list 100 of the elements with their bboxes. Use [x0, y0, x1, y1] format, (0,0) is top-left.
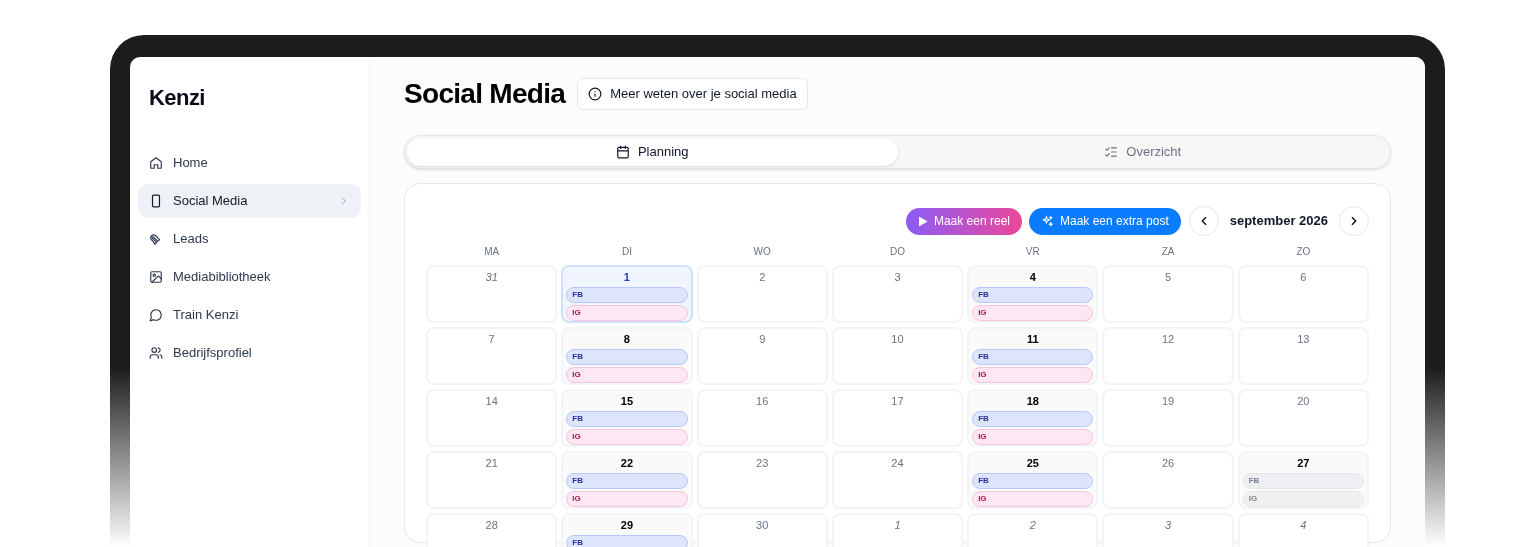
post-pill[interactable]: FB	[972, 349, 1094, 365]
post-pill[interactable]: FB	[972, 287, 1094, 303]
post-pill[interactable]: IG	[972, 367, 1094, 383]
day-cell[interactable]: 25 FB IG	[967, 451, 1099, 509]
day-number: 25	[1025, 457, 1040, 470]
post-pill[interactable]: IG	[972, 305, 1094, 321]
day-cell[interactable]: 14	[426, 389, 558, 447]
day-cell[interactable]: 3	[1102, 513, 1234, 547]
day-cell[interactable]: 2	[696, 265, 828, 323]
day-number: 3	[1164, 519, 1173, 532]
day-number: 28	[484, 519, 499, 532]
post-pill[interactable]: FB	[972, 411, 1094, 427]
day-cell[interactable]: 16	[696, 389, 828, 447]
sidebar-item[interactable]: Mediabibliotheek	[138, 260, 361, 294]
day-number: 3	[893, 271, 902, 284]
post-pill[interactable]: FB	[566, 287, 688, 303]
day-number: 11	[1025, 333, 1040, 346]
post-pill[interactable]: IG	[566, 429, 688, 445]
create-reel-button[interactable]: Maak een reel	[905, 207, 1022, 235]
sidebar-item[interactable]: Home	[138, 146, 361, 180]
day-cell[interactable]: 1	[831, 513, 964, 547]
previous-month-button[interactable]	[1188, 206, 1219, 236]
month-label: september 2026	[1228, 212, 1329, 231]
weekday-label: ZO	[1295, 245, 1312, 259]
day-cell[interactable]: 29 FB	[561, 513, 693, 547]
day-cell[interactable]: 3	[831, 265, 964, 323]
calendar-icon	[615, 145, 630, 159]
users-icon	[149, 346, 163, 360]
day-number: 20	[1296, 395, 1311, 408]
day-cell[interactable]: 18 FB IG	[967, 389, 1099, 447]
day-cell[interactable]: 21	[426, 451, 558, 509]
day-cell[interactable]: 23	[696, 451, 828, 509]
day-number: 4	[1028, 271, 1037, 284]
post-pill[interactable]: IG	[566, 491, 688, 507]
post-pill[interactable]: IG	[566, 305, 688, 321]
post-pill[interactable]: IG	[972, 491, 1094, 507]
day-number: 26	[1160, 457, 1176, 470]
day-number: 13	[1296, 333, 1311, 346]
play-icon	[917, 215, 928, 227]
post-pill[interactable]: FB	[566, 473, 688, 489]
post-pill[interactable]: IG	[566, 367, 688, 383]
sidebar-item[interactable]: Leads	[138, 222, 361, 256]
day-cell[interactable]: 11 FB IG	[967, 327, 1099, 385]
info-icon	[588, 87, 603, 101]
day-number: 31	[484, 271, 499, 284]
day-cell[interactable]: 5	[1102, 265, 1234, 323]
day-cell[interactable]: 15 FB IG	[561, 389, 693, 447]
day-number: 19	[1160, 395, 1176, 408]
day-cell[interactable]: 6	[1237, 265, 1369, 323]
sidebar-item[interactable]: Bedrijfsprofiel	[138, 336, 361, 370]
post-pill[interactable]: IG	[972, 429, 1094, 445]
logo: Kenzi	[149, 84, 206, 112]
phone-icon	[149, 194, 163, 208]
day-cell[interactable]: 9	[696, 327, 828, 385]
day-number: 27	[1296, 457, 1311, 470]
next-month-button[interactable]	[1339, 206, 1369, 236]
day-cell[interactable]: 13	[1237, 327, 1369, 385]
day-cell[interactable]: 12	[1102, 327, 1234, 385]
weekday-label: MA	[483, 245, 501, 259]
sidebar-item[interactable]: Train Kenzi	[138, 298, 361, 332]
chat-bubble-icon	[149, 308, 163, 322]
post-pill[interactable]: FB	[566, 535, 688, 547]
checklist-icon	[1104, 145, 1119, 159]
day-cell[interactable]: 4 FB IG	[967, 265, 1099, 323]
day-cell[interactable]: 2	[967, 513, 1099, 547]
day-number: 14	[484, 395, 499, 408]
day-cell[interactable]: 24	[831, 451, 964, 509]
day-cell[interactable]: 30	[696, 513, 828, 547]
day-number: 12	[1160, 333, 1176, 346]
day-number: 6	[1299, 271, 1308, 284]
info-button[interactable]: Meer weten over je social media	[577, 78, 808, 110]
day-cell[interactable]: 20	[1237, 389, 1369, 447]
sidebar-item[interactable]: Social Media	[138, 184, 361, 218]
day-cell[interactable]: 26	[1102, 451, 1234, 509]
weekday-label: VR	[1024, 245, 1041, 259]
day-cell[interactable]: 10	[831, 327, 964, 385]
tab[interactable]: Planning	[407, 138, 898, 166]
day-cell[interactable]: 4	[1237, 513, 1369, 547]
day-number: 17	[890, 395, 905, 408]
day-cell[interactable]: 19	[1102, 389, 1234, 447]
day-number: 8	[622, 333, 631, 346]
day-cell[interactable]: 1 FB IG	[561, 265, 693, 323]
day-cell[interactable]: 31	[426, 265, 558, 323]
day-number: 1	[622, 271, 631, 284]
post-pill[interactable]: FB	[566, 411, 688, 427]
post-pill[interactable]: FB	[566, 349, 688, 365]
tab[interactable]: Overzicht	[897, 138, 1388, 166]
day-number: 24	[890, 457, 905, 470]
post-pill[interactable]: FB	[972, 473, 1094, 489]
day-cell[interactable]: 22 FB IG	[561, 451, 693, 509]
day-number: 29	[619, 519, 635, 532]
day-cell[interactable]: 17	[831, 389, 964, 447]
create-post-button[interactable]: Maak een extra post	[1029, 207, 1181, 235]
day-cell[interactable]: 8 FB IG	[561, 327, 693, 385]
day-number: 10	[890, 333, 905, 346]
day-cell[interactable]: 28	[426, 513, 558, 547]
day-number: 9	[758, 333, 767, 346]
page-title: Social Media	[404, 77, 566, 111]
day-cell[interactable]: 7	[426, 327, 558, 385]
day-number: 15	[619, 395, 635, 408]
